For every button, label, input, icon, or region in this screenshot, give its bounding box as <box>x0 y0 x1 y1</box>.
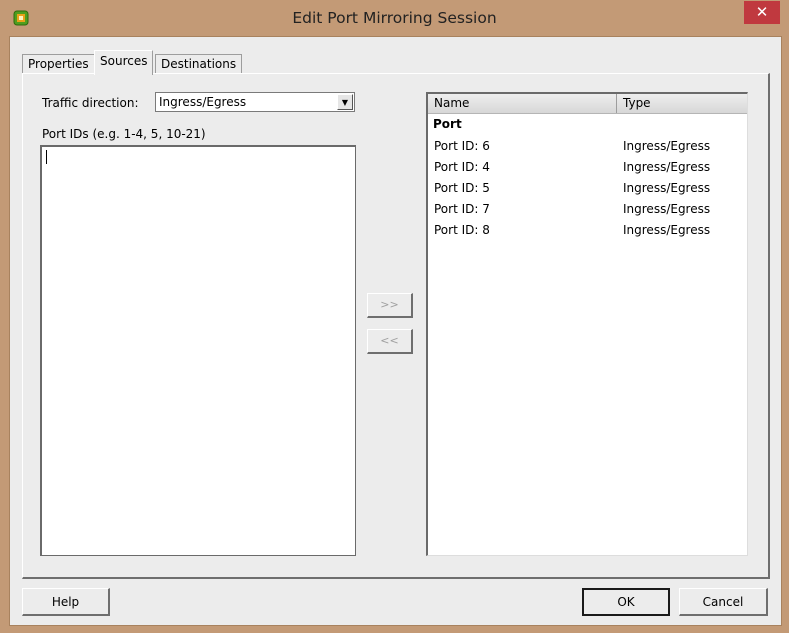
dialog-client: Properties Sources Destinations Traffic … <box>9 36 782 626</box>
row-type: Ingress/Egress <box>623 160 711 174</box>
traffic-direction-value: Ingress/Egress <box>159 95 247 109</box>
list-header: Name Type <box>428 94 747 114</box>
list-row[interactable]: Port ID: 8 Ingress/Egress <box>428 220 747 241</box>
close-icon: ✕ <box>755 3 769 21</box>
list-row[interactable]: Port ID: 5 Ingress/Egress <box>428 178 747 199</box>
column-header-name[interactable]: Name <box>428 94 617 113</box>
cancel-button[interactable]: Cancel <box>679 588 768 616</box>
row-name: Port ID: 4 <box>434 160 490 174</box>
list-row[interactable]: Port ID: 4 Ingress/Egress <box>428 157 747 178</box>
list-row[interactable]: Port ID: 6 Ingress/Egress <box>428 136 747 157</box>
row-name: Port ID: 6 <box>434 139 490 153</box>
row-type: Ingress/Egress <box>623 181 711 195</box>
list-row[interactable]: Port ID: 7 Ingress/Egress <box>428 199 747 220</box>
column-header-type[interactable]: Type <box>617 94 747 113</box>
group-label-port: Port <box>433 117 462 131</box>
row-name: Port ID: 8 <box>434 223 490 237</box>
row-type: Ingress/Egress <box>623 202 711 216</box>
chevron-down-icon[interactable]: ▼ <box>337 94 353 110</box>
row-name: Port ID: 7 <box>434 202 490 216</box>
ok-button[interactable]: OK <box>582 588 670 616</box>
remove-ports-button[interactable]: << <box>367 329 413 354</box>
title-bar[interactable]: Edit Port Mirroring Session ✕ <box>0 0 789 36</box>
traffic-direction-select[interactable]: Ingress/Egress ▼ <box>155 92 355 112</box>
port-ids-input[interactable] <box>40 145 356 556</box>
window-title: Edit Port Mirroring Session <box>292 9 497 27</box>
text-caret <box>46 150 47 164</box>
tab-destinations[interactable]: Destinations <box>155 54 243 74</box>
traffic-direction-label: Traffic direction: <box>42 96 139 110</box>
row-type: Ingress/Egress <box>623 139 711 153</box>
source-ports-list[interactable]: Name Type Port Port ID: 6 Ingress/Egress… <box>426 92 748 556</box>
dialog-window: Edit Port Mirroring Session ✕ Properties… <box>0 0 789 633</box>
tab-properties[interactable]: Properties <box>22 54 95 74</box>
add-ports-button[interactable]: >> <box>367 293 413 318</box>
close-button[interactable]: ✕ <box>744 1 780 24</box>
port-ids-label: Port IDs (e.g. 1-4, 5, 10-21) <box>42 127 206 141</box>
row-type: Ingress/Egress <box>623 223 711 237</box>
tab-sources[interactable]: Sources <box>94 50 154 75</box>
row-name: Port ID: 5 <box>434 181 490 195</box>
help-button[interactable]: Help <box>22 588 110 616</box>
